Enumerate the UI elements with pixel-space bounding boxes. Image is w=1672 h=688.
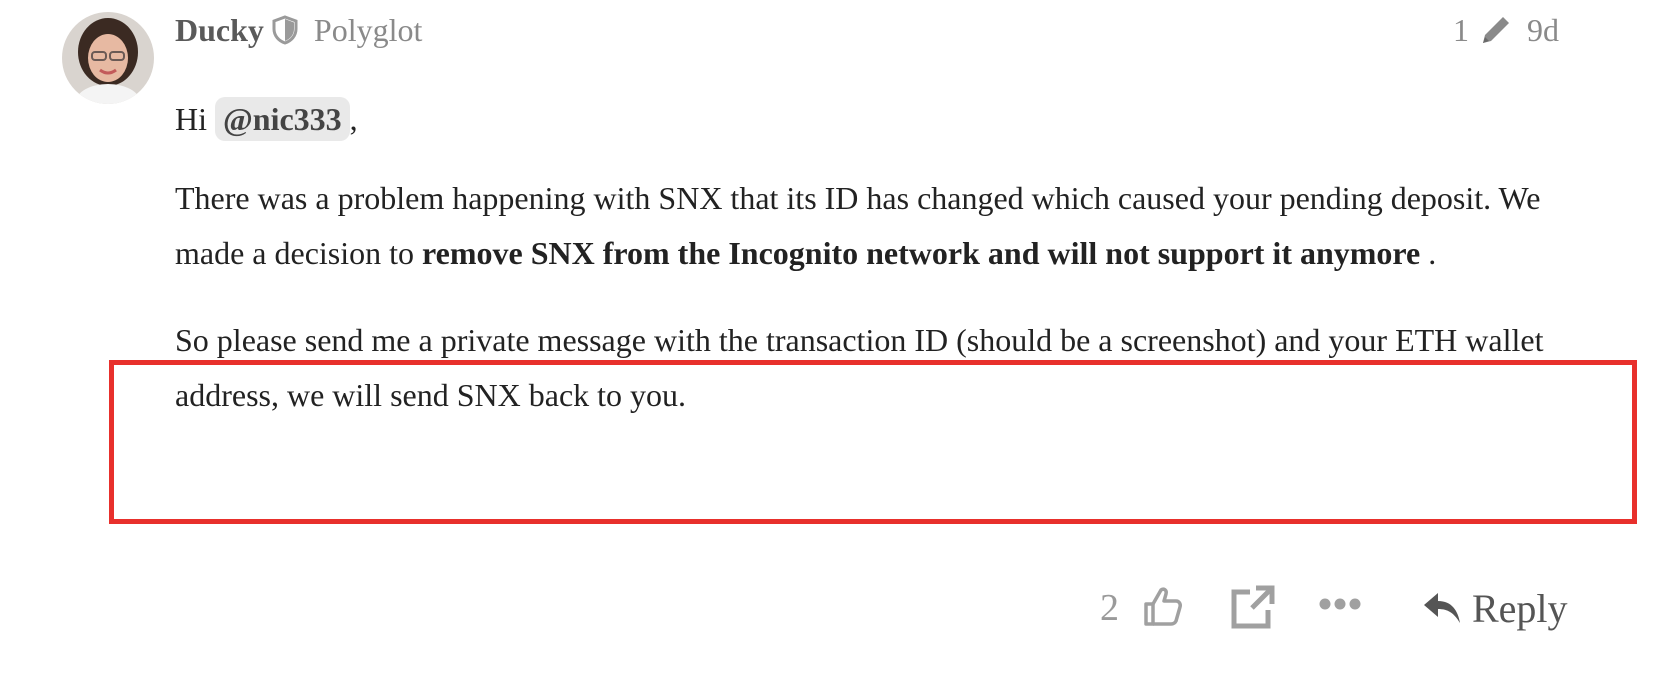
avatar[interactable] [62, 12, 154, 104]
user-mention[interactable]: @nic333 [215, 97, 350, 141]
problem-paragraph: There was a problem happening with SNX t… [175, 171, 1555, 281]
post-meta: 1 9d [1453, 8, 1559, 52]
problem-end-text: . [1420, 235, 1437, 271]
reply-label: Reply [1472, 585, 1568, 631]
highlight-box [109, 360, 1637, 524]
more-icon[interactable] [1318, 594, 1362, 619]
like-count[interactable]: 2 [1100, 580, 1119, 636]
pencil-icon[interactable] [1479, 13, 1513, 47]
post-age[interactable]: 9d [1527, 12, 1559, 49]
share-icon[interactable] [1230, 584, 1276, 635]
shield-icon [272, 15, 298, 45]
thumbs-up-icon[interactable] [1140, 584, 1186, 635]
greeting-suffix: , [349, 101, 358, 137]
username[interactable]: Ducky [175, 8, 264, 52]
edit-count[interactable]: 1 [1453, 12, 1469, 49]
post-header: Ducky Polyglot [175, 8, 422, 52]
reply-button[interactable]: Reply [1422, 580, 1568, 636]
greeting-paragraph: Hi @nic333, [175, 92, 1555, 147]
reply-icon [1422, 589, 1462, 627]
user-title: Polyglot [313, 12, 423, 48]
problem-bold-text: remove SNX from the Incognito network an… [422, 235, 1421, 271]
greeting-prefix: Hi [175, 101, 207, 137]
